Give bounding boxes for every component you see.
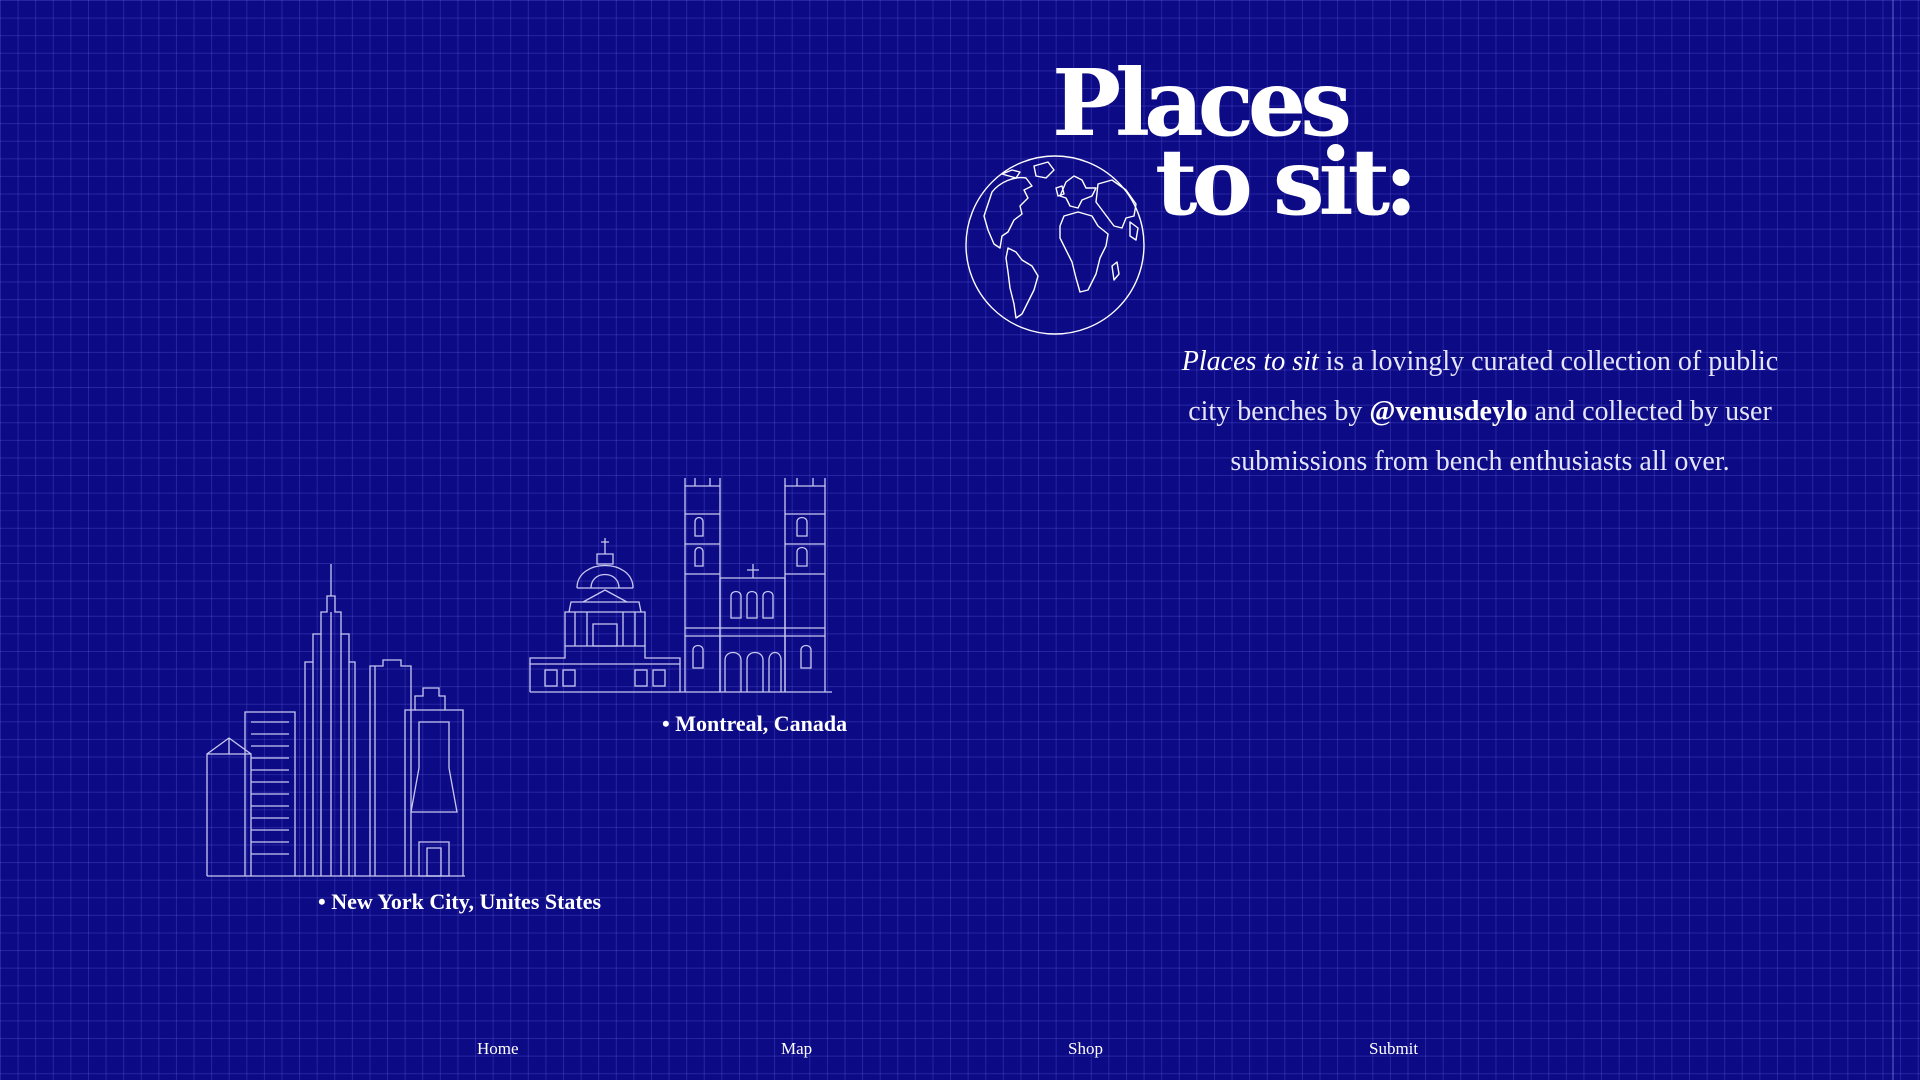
nav-shop-link[interactable]: Shop [1068, 1039, 1103, 1059]
nav-home-link[interactable]: Home [477, 1039, 519, 1059]
page-title-line-2: to sit: [1155, 128, 1418, 236]
city-link-new-york[interactable]: • New York City, Unites States [318, 889, 601, 915]
intro-title-italic: Places to sit [1181, 346, 1319, 377]
page-edge-line [1892, 0, 1894, 1080]
intro-description: Places to sit is a lovingly curated coll… [1175, 337, 1785, 487]
city-link-montreal[interactable]: • Montreal, Canada [662, 711, 847, 737]
montreal-skyline-icon[interactable] [525, 478, 837, 696]
nav-map-link[interactable]: Map [781, 1039, 812, 1059]
new-york-skyline-icon[interactable] [205, 562, 470, 880]
nav-submit-link[interactable]: Submit [1369, 1039, 1418, 1059]
globe-icon [965, 155, 1145, 335]
author-handle: @venusdeylo [1369, 396, 1528, 427]
